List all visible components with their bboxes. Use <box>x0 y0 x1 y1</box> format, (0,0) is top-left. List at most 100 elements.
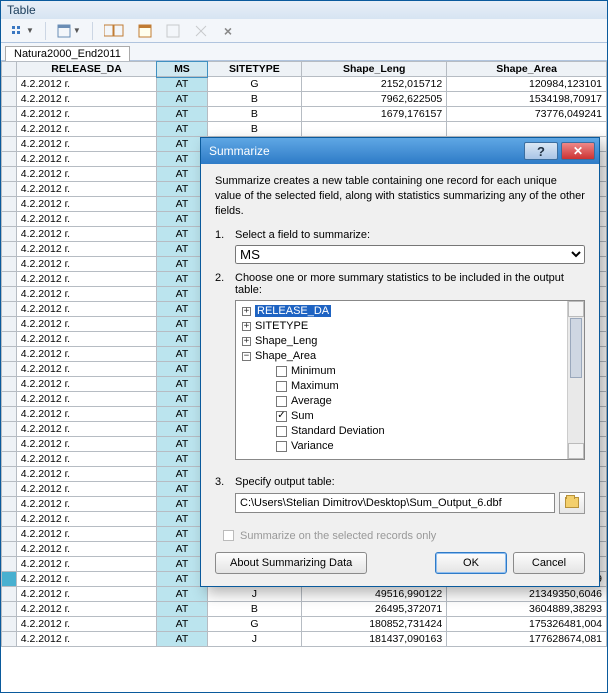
column-header[interactable]: Shape_Leng <box>302 62 447 77</box>
related-tables-button[interactable] <box>101 22 127 40</box>
tree-statistic-row[interactable]: Variance <box>276 439 580 454</box>
row-marker[interactable] <box>2 197 17 212</box>
statistic-checkbox[interactable] <box>276 426 287 437</box>
row-marker[interactable] <box>2 287 17 302</box>
table-row[interactable]: 4.2.2012 г.ATB <box>2 122 607 137</box>
statistic-checkbox[interactable] <box>276 381 287 392</box>
tree-statistic-row[interactable]: ✓Sum <box>276 409 580 424</box>
table-row[interactable]: 4.2.2012 г.ATB7962,6225051534198,70917 <box>2 92 607 107</box>
row-marker[interactable] <box>2 182 17 197</box>
table-row[interactable]: 4.2.2012 г.ATJ181437,090163177628674,081 <box>2 632 607 647</box>
table-row[interactable]: 4.2.2012 г.ATG180852,731424175326481,004 <box>2 617 607 632</box>
cell: 4.2.2012 г. <box>16 197 157 212</box>
row-marker[interactable] <box>2 512 17 527</box>
field-select[interactable]: MS <box>235 245 585 264</box>
table-row[interactable]: 4.2.2012 г.ATB1679,17615773776,049241 <box>2 107 607 122</box>
column-header[interactable]: RELEASE_DA <box>16 62 157 77</box>
tree-field-row[interactable]: +Shape_Leng <box>242 334 580 349</box>
row-marker[interactable] <box>2 137 17 152</box>
expand-icon[interactable]: + <box>242 307 251 316</box>
row-marker[interactable] <box>2 632 17 647</box>
table-tab[interactable]: Natura2000_End2011 <box>5 46 130 61</box>
cell: AT <box>157 602 207 617</box>
dialog-titlebar[interactable]: Summarize ? ✕ <box>201 138 599 164</box>
row-marker[interactable] <box>2 332 17 347</box>
row-marker[interactable] <box>2 422 17 437</box>
summarize-selected-label: Summarize on the selected records only <box>240 530 436 542</box>
menu-button-1[interactable]: ▼ <box>7 22 37 40</box>
statistic-checkbox[interactable]: ✓ <box>276 411 287 422</box>
row-marker[interactable] <box>2 272 17 287</box>
cell: 4.2.2012 г. <box>16 377 157 392</box>
column-header[interactable]: MS <box>157 62 207 77</box>
row-marker[interactable] <box>2 617 17 632</box>
statistics-tree[interactable]: +RELEASE_DA+SITETYPE+Shape_Leng−Shape_Ar… <box>235 300 585 460</box>
tree-field-row[interactable]: +SITETYPE <box>242 319 580 334</box>
statistic-checkbox[interactable] <box>276 366 287 377</box>
tree-statistic-row[interactable]: Average <box>276 394 580 409</box>
cell: 4.2.2012 г. <box>16 542 157 557</box>
browse-button[interactable] <box>559 492 585 514</box>
row-marker[interactable] <box>2 377 17 392</box>
cell: AT <box>157 587 207 602</box>
tree-field-row[interactable]: −Shape_Area <box>242 349 580 364</box>
row-marker[interactable] <box>2 542 17 557</box>
row-marker[interactable] <box>2 107 17 122</box>
statistic-label: Maximum <box>291 380 339 392</box>
row-marker[interactable] <box>2 557 17 572</box>
table-row[interactable]: 4.2.2012 г.ATB26495,3720713604889,38293 <box>2 602 607 617</box>
row-marker[interactable] <box>2 602 17 617</box>
statistic-checkbox[interactable] <box>276 396 287 407</box>
tree-statistic-row[interactable]: Standard Deviation <box>276 424 580 439</box>
row-marker[interactable] <box>2 407 17 422</box>
row-marker[interactable] <box>2 527 17 542</box>
expand-icon[interactable]: + <box>242 322 251 331</box>
tree-statistic-row[interactable]: Maximum <box>276 379 580 394</box>
row-marker[interactable] <box>2 122 17 137</box>
row-marker[interactable] <box>2 77 17 92</box>
row-marker[interactable] <box>2 467 17 482</box>
tree-scrollbar[interactable] <box>567 301 584 459</box>
column-header[interactable]: Shape_Area <box>447 62 607 77</box>
expand-icon[interactable]: + <box>242 337 251 346</box>
statistic-checkbox[interactable] <box>276 441 287 452</box>
row-marker[interactable] <box>2 362 17 377</box>
row-marker[interactable] <box>2 572 17 587</box>
cancel-button[interactable]: Cancel <box>513 552 585 574</box>
help-button[interactable]: ? <box>524 142 558 160</box>
table-row[interactable]: 4.2.2012 г.ATJ49516,99012221349350,6046 <box>2 587 607 602</box>
output-path-input[interactable] <box>235 493 555 513</box>
menu-button-2[interactable]: ▼ <box>54 22 84 40</box>
row-marker[interactable] <box>2 302 17 317</box>
row-marker[interactable] <box>2 317 17 332</box>
row-marker[interactable] <box>2 437 17 452</box>
row-marker[interactable] <box>2 152 17 167</box>
column-header[interactable]: SITETYPE <box>207 62 302 77</box>
row-marker[interactable] <box>2 257 17 272</box>
row-marker[interactable] <box>2 167 17 182</box>
row-marker[interactable] <box>2 212 17 227</box>
row-marker[interactable] <box>2 482 17 497</box>
selection-button[interactable] <box>135 22 155 40</box>
table-row[interactable]: 4.2.2012 г.ATG2152,015712120984,123101 <box>2 77 607 92</box>
cell: 175326481,004 <box>447 617 607 632</box>
row-marker[interactable] <box>2 497 17 512</box>
row-marker[interactable] <box>2 227 17 242</box>
row-marker[interactable] <box>2 347 17 362</box>
tree-field-row[interactable]: +RELEASE_DA <box>242 304 580 319</box>
row-marker[interactable] <box>2 452 17 467</box>
close-table-button[interactable]: × <box>219 22 237 40</box>
collapse-icon[interactable]: − <box>242 352 251 361</box>
cell: 4.2.2012 г. <box>16 227 157 242</box>
ok-button[interactable]: OK <box>435 552 507 574</box>
cell: AT <box>157 617 207 632</box>
cell: 1679,176157 <box>302 107 447 122</box>
close-icon: ✕ <box>573 144 583 158</box>
row-marker[interactable] <box>2 587 17 602</box>
close-button[interactable]: ✕ <box>561 142 595 160</box>
about-button[interactable]: About Summarizing Data <box>215 552 367 574</box>
tree-statistic-row[interactable]: Minimum <box>276 364 580 379</box>
row-marker[interactable] <box>2 92 17 107</box>
row-marker[interactable] <box>2 392 17 407</box>
row-marker[interactable] <box>2 242 17 257</box>
